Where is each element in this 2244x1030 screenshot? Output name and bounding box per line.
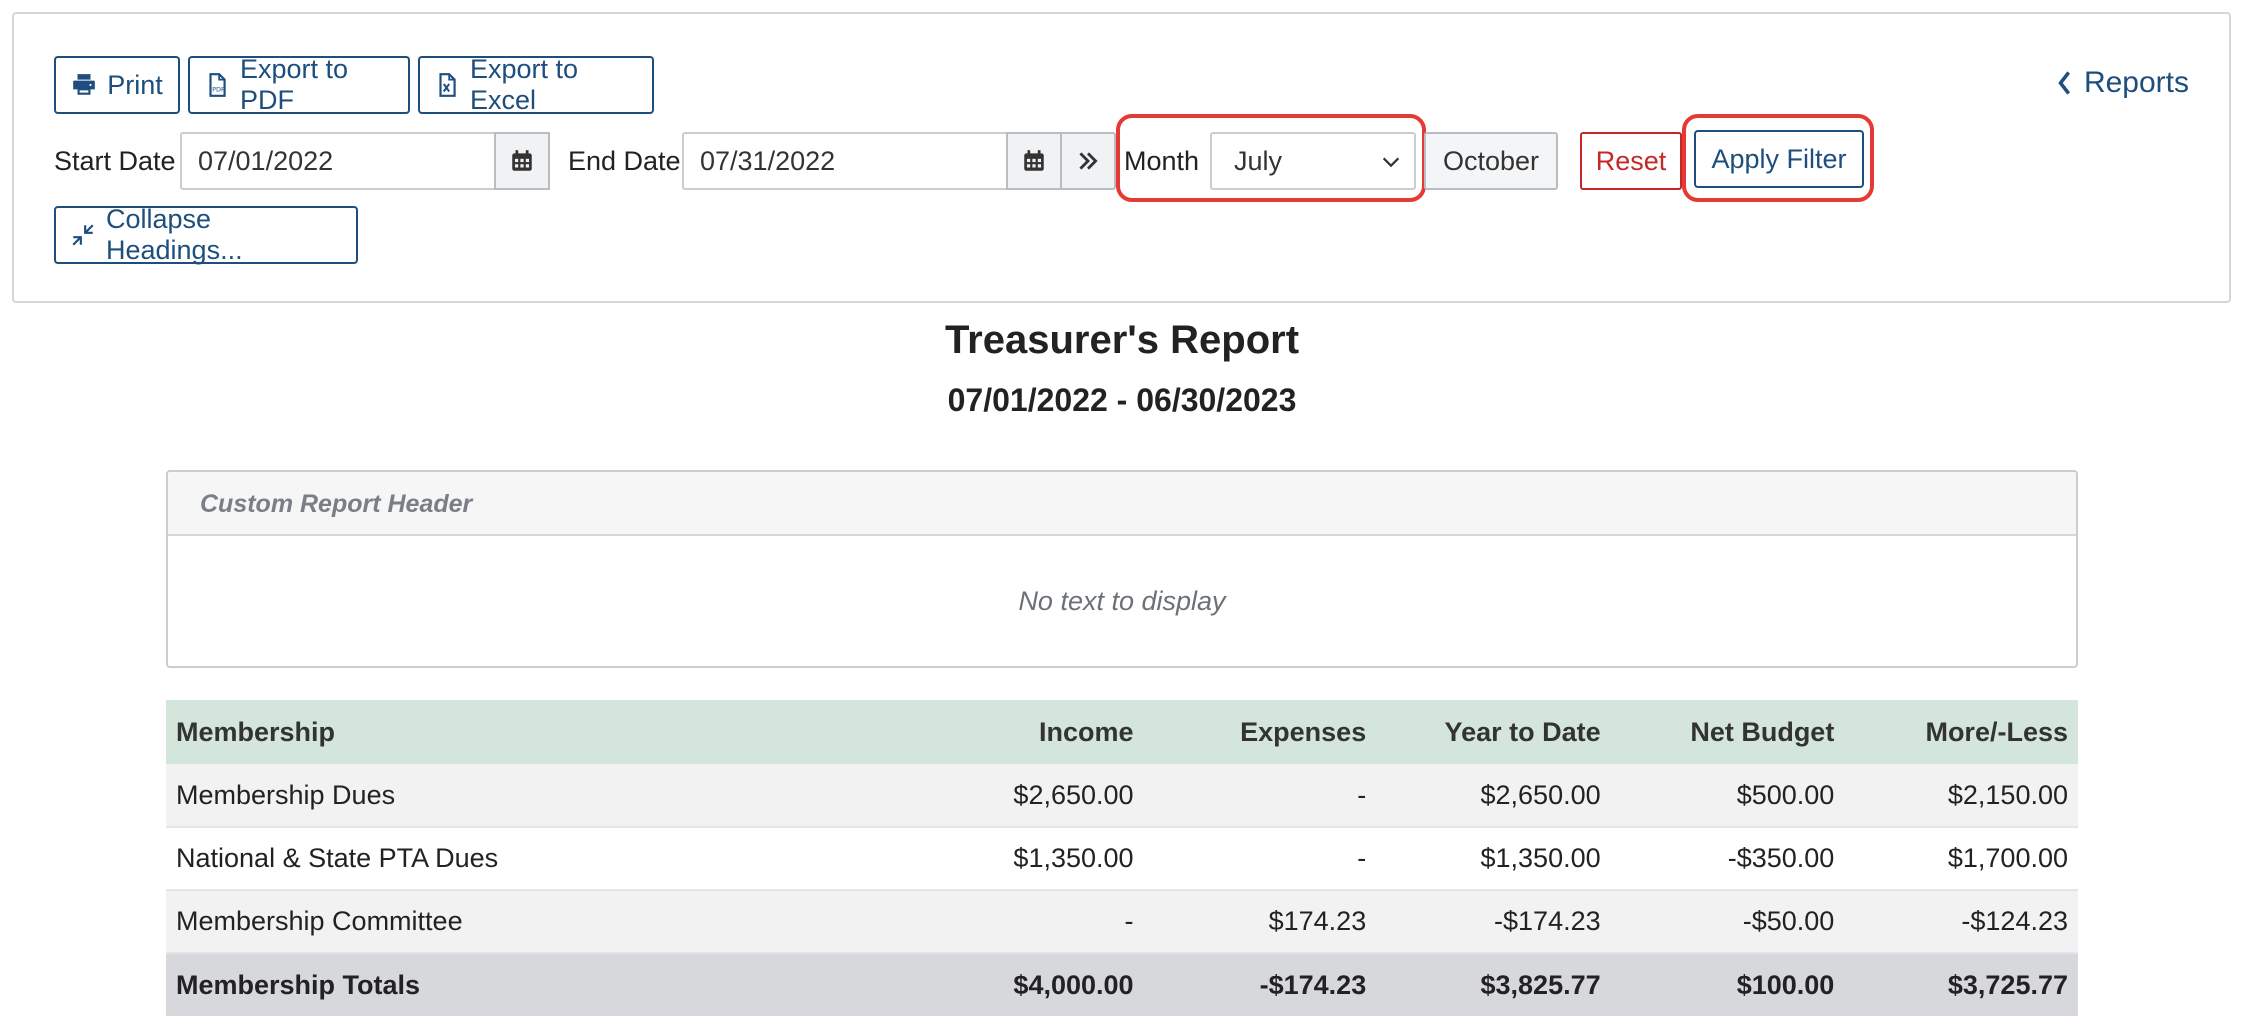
totals-cell: $100.00 — [1610, 953, 1845, 1016]
collapse-headings-label: Collapse Headings... — [106, 204, 243, 265]
reset-button[interactable]: Reset — [1580, 132, 1682, 190]
chevron-left-icon — [2058, 71, 2071, 95]
export-pdf-label: Export to PDF — [240, 54, 349, 115]
october-button[interactable]: October — [1424, 132, 1558, 190]
custom-report-header-card: Custom Report Header No text to display — [166, 470, 2078, 668]
table-cell: $2,650.00 — [911, 764, 1144, 828]
reports-link[interactable]: Reports — [2056, 66, 2189, 100]
calendar-icon — [512, 150, 532, 171]
table-cell: $174.23 — [1143, 890, 1377, 954]
apply-filter-button[interactable]: Apply Filter — [1694, 130, 1864, 188]
calendar-icon — [1024, 150, 1044, 171]
pdf-file-icon: PDF — [209, 73, 226, 97]
totals-cell: $4,000.00 — [911, 953, 1144, 1016]
column-header: More/-Less — [1844, 700, 2078, 764]
filter-panel: Print PDF Export to PDF Export to Excel … — [12, 12, 2231, 303]
start-date-calendar-button[interactable] — [494, 132, 550, 190]
column-header: Membership — [166, 700, 912, 764]
end-date-label: End Date — [568, 146, 681, 176]
table-row: Membership Committee - $174.23 -$174.23 … — [166, 890, 2078, 954]
reports-link-label: Reports — [2083, 66, 2189, 99]
date-forward-button[interactable] — [1060, 132, 1116, 190]
custom-report-header-body: No text to display — [1018, 585, 1226, 616]
table-cell: $1,350.00 — [911, 827, 1144, 891]
membership-table: Membership Income Expenses Year to Date … — [166, 700, 2078, 1016]
table-header-row: Membership Income Expenses Year to Date … — [166, 700, 2078, 764]
print-label: Print — [107, 69, 163, 100]
month-label: Month — [1124, 146, 1200, 176]
end-date-calendar-button[interactable] — [1006, 132, 1062, 190]
export-excel-button[interactable]: Export to Excel — [418, 54, 654, 115]
printer-icon — [73, 74, 96, 95]
end-date-input[interactable]: 07/31/2022 — [682, 132, 1008, 190]
table-cell: -$124.23 — [1844, 890, 2078, 954]
collapse-arrows-icon — [72, 224, 94, 246]
table-row: Membership Dues $2,650.00 - $2,650.00 $5… — [166, 764, 2078, 828]
table-cell: -$350.00 — [1610, 827, 1845, 891]
table-cell: $1,350.00 — [1376, 827, 1611, 891]
table-cell: $2,150.00 — [1844, 764, 2078, 828]
table-cell: -$174.23 — [1376, 890, 1611, 954]
excel-file-icon — [439, 73, 456, 97]
column-header: Year to Date — [1376, 700, 1611, 764]
table-cell: Membership Committee — [166, 890, 912, 954]
collapse-headings-button[interactable]: Collapse Headings... — [54, 204, 358, 265]
month-select[interactable]: July — [1210, 132, 1416, 190]
custom-report-header-title: Custom Report Header — [168, 472, 2076, 536]
column-header: Net Budget — [1610, 700, 1845, 764]
totals-cell: $3,725.77 — [1844, 953, 2078, 1016]
totals-cell: Membership Totals — [166, 953, 912, 1016]
double-chevron-right-icon — [1079, 152, 1098, 170]
table-cell: National & State PTA Dues — [166, 827, 912, 891]
month-select-value: July — [1234, 146, 1283, 176]
svg-text:PDF: PDF — [212, 86, 225, 94]
table-cell: $2,650.00 — [1376, 764, 1611, 828]
table-cell: $500.00 — [1610, 764, 1845, 828]
apply-filter-label: Apply Filter — [1711, 143, 1847, 174]
report-title: Treasurer's Report — [944, 318, 1300, 362]
start-date-label: Start Date — [54, 146, 176, 176]
column-header: Income — [911, 700, 1144, 764]
chevron-down-icon — [1382, 157, 1400, 168]
export-excel-label: Export to Excel — [470, 54, 579, 115]
table-cell: - — [1143, 764, 1377, 828]
totals-cell: -$174.23 — [1143, 953, 1377, 1016]
export-pdf-button[interactable]: PDF Export to PDF — [188, 54, 410, 115]
column-header: Expenses — [1143, 700, 1377, 764]
table-cell: -$50.00 — [1610, 890, 1845, 954]
table-cell: - — [911, 890, 1144, 954]
table-row: National & State PTA Dues $1,350.00 - $1… — [166, 827, 2078, 891]
reset-label: Reset — [1595, 145, 1667, 176]
table-cell: Membership Dues — [166, 764, 912, 828]
table-cell: - — [1143, 827, 1377, 891]
table-totals-row: Membership Totals $4,000.00 -$174.23 $3,… — [166, 953, 2078, 1016]
totals-cell: $3,825.77 — [1376, 953, 1611, 1016]
october-label: October — [1442, 145, 1540, 176]
start-date-input[interactable]: 07/01/2022 — [180, 132, 496, 190]
report-date-range: 07/01/2022 - 06/30/2023 — [947, 382, 1297, 418]
print-button[interactable]: Print — [54, 56, 180, 114]
table-cell: $1,700.00 — [1844, 827, 2078, 891]
